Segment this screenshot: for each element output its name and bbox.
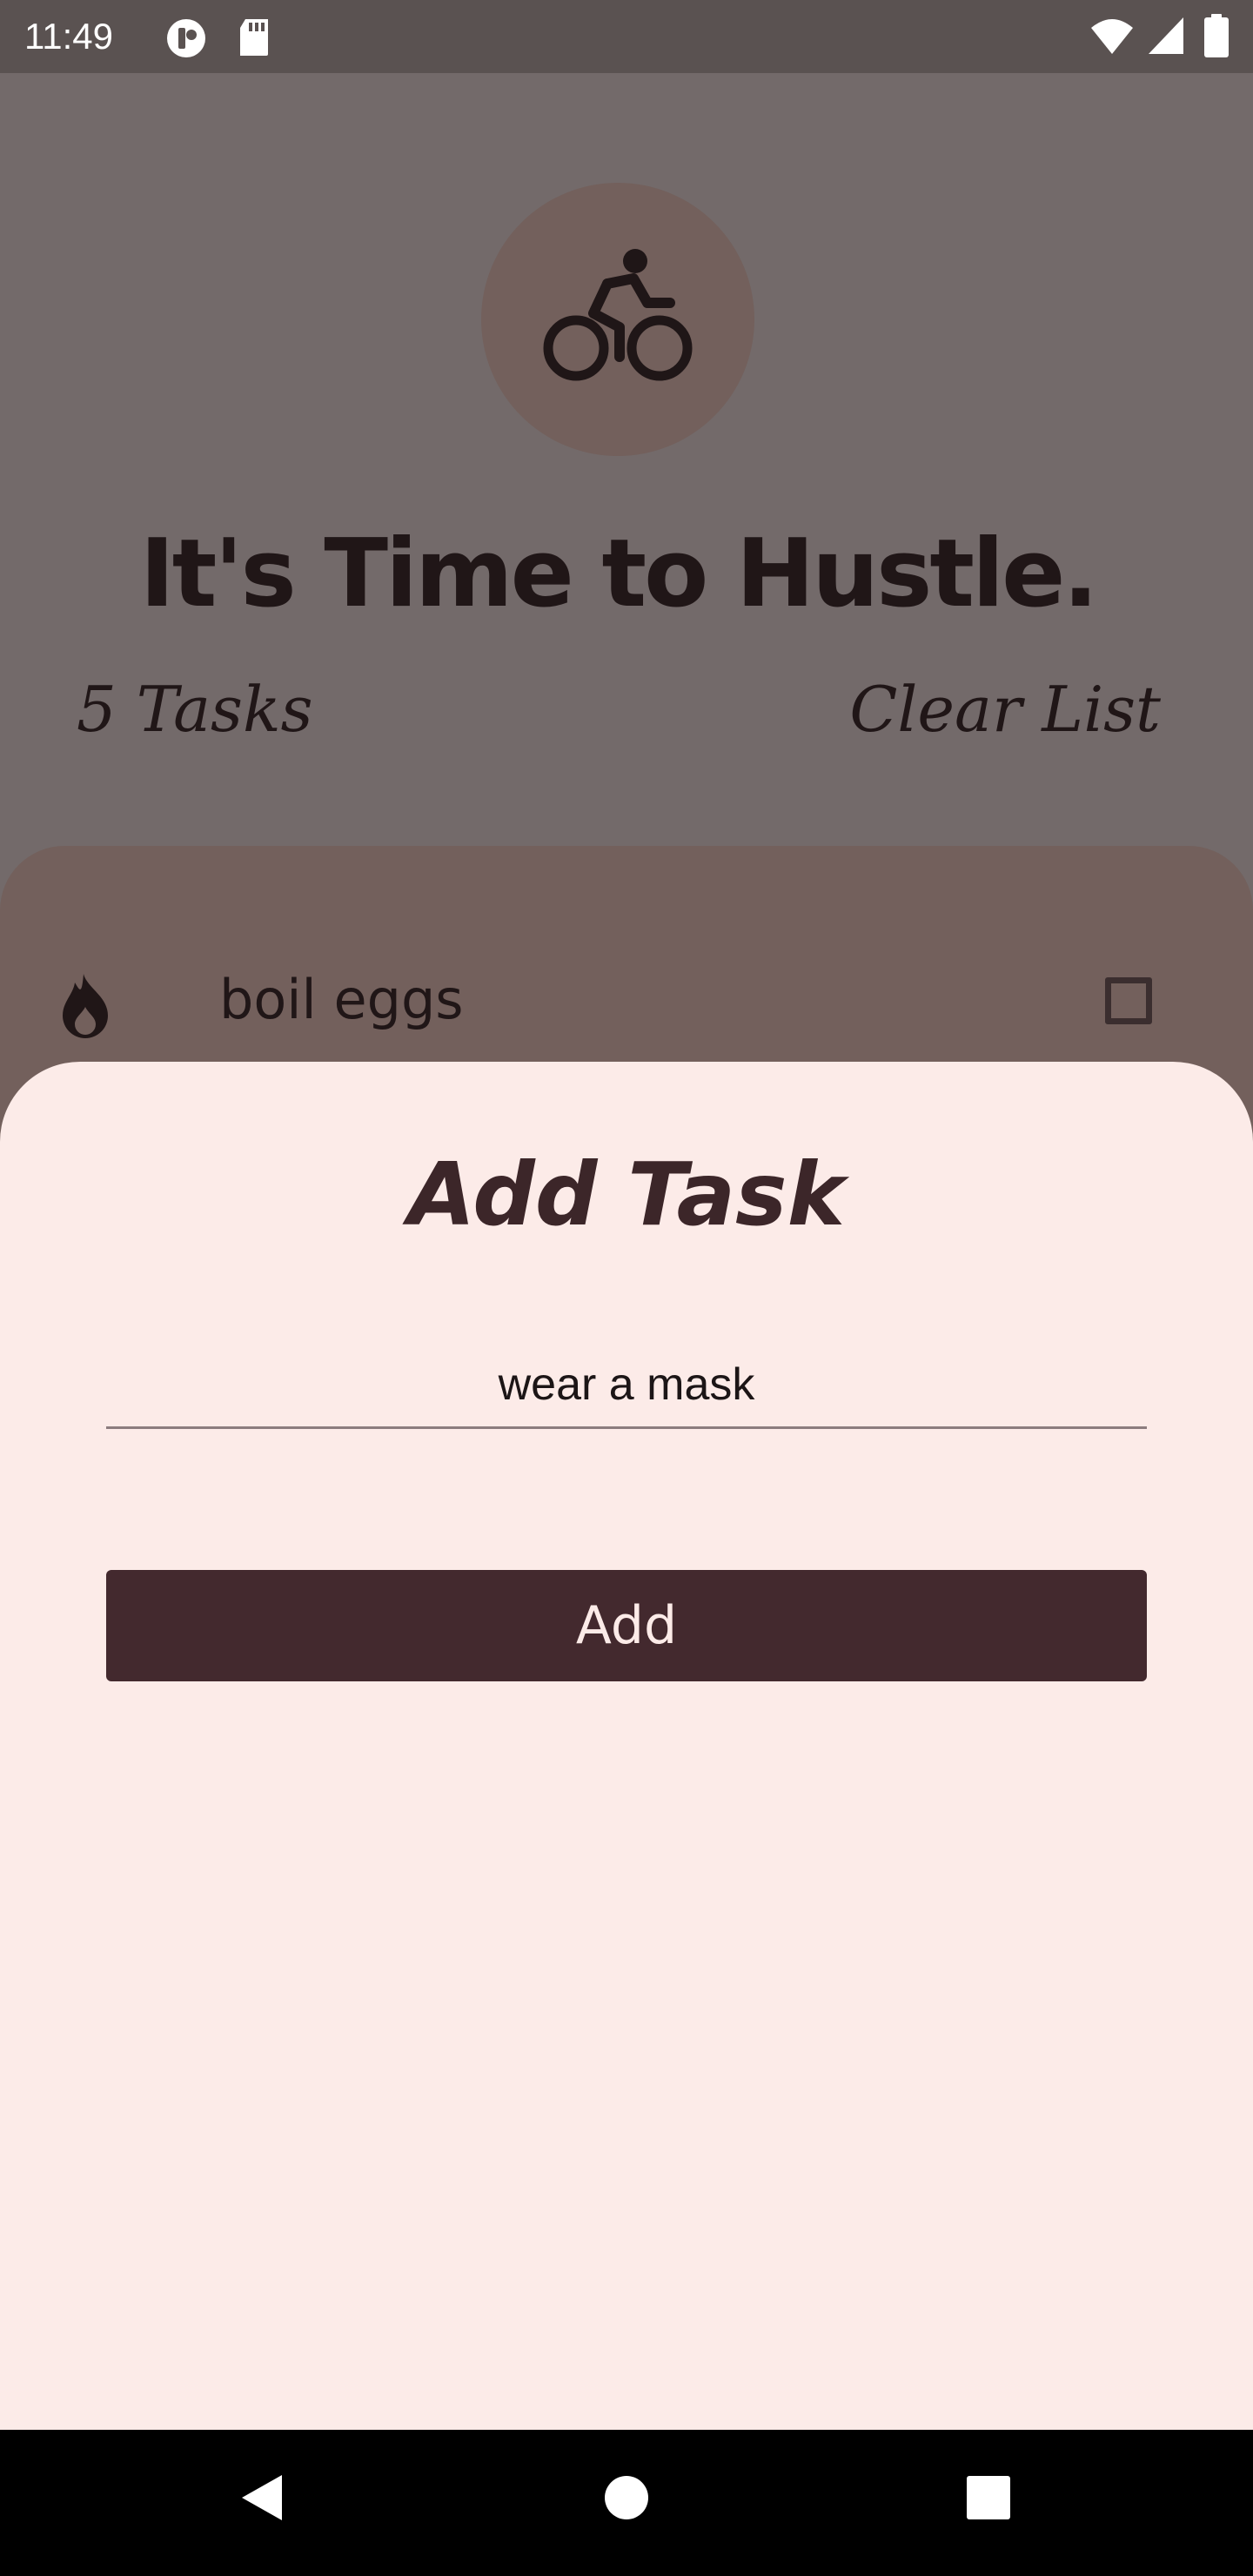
task-count: 5 Tasks [77, 673, 313, 746]
task-input[interactable] [106, 1342, 1147, 1429]
sheet-title: Add Task [407, 1144, 846, 1245]
navigation-bar [0, 2430, 1253, 2576]
avatar [481, 183, 754, 456]
page-title: It's Time to Hustle. [139, 520, 1099, 628]
task-checkbox[interactable] [1105, 977, 1152, 1024]
home-icon[interactable] [602, 2472, 651, 2524]
status-bar: 11:49 [0, 0, 1253, 73]
battery-icon [1204, 14, 1229, 57]
recents-icon[interactable] [964, 2472, 1013, 2524]
bicycle-icon [543, 249, 693, 381]
fire-icon [63, 974, 108, 1038]
clear-list-button[interactable]: Clear List [849, 666, 1161, 753]
back-icon[interactable] [237, 2472, 285, 2524]
add-task-sheet: Add Task Add [0, 1062, 1253, 2430]
signal-icon [1149, 17, 1183, 54]
status-time: 11:49 [24, 16, 113, 57]
notification-icon [167, 19, 205, 57]
sd-card-icon [240, 19, 268, 56]
add-button[interactable]: Add [106, 1570, 1147, 1681]
list-item[interactable]: boil eggs [0, 953, 1253, 1057]
list-item-label: boil eggs [219, 968, 464, 1031]
wifi-icon [1091, 19, 1133, 54]
